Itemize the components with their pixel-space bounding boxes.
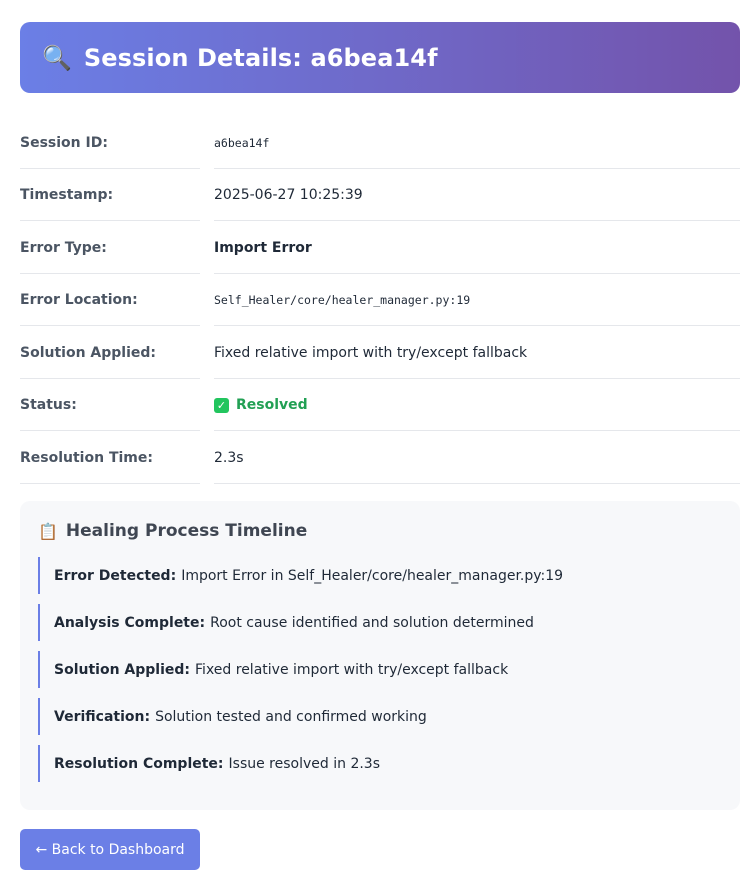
page-title: Session Details: a6bea14f xyxy=(83,43,438,72)
detail-row-error-type: Error Type: Import Error xyxy=(20,221,740,274)
detail-row-status: Status: ✓ Resolved xyxy=(20,379,740,431)
step-text: Solution tested and confirmed working xyxy=(155,708,427,725)
clipboard-icon: 📋 xyxy=(38,521,58,541)
timeline-title: 📋 Healing Process Timeline xyxy=(38,521,722,541)
session-details-table: Session ID: a6bea14f Timestamp: 2025-06-… xyxy=(20,116,740,484)
error-type-value: Import Error xyxy=(214,221,740,274)
detail-row-session-id: Session ID: a6bea14f xyxy=(20,116,740,169)
healing-timeline: 📋 Healing Process Timeline Error Detecte… xyxy=(20,501,740,810)
detail-label: Session ID: xyxy=(20,116,200,169)
timeline-step: Analysis Complete: Root cause identified… xyxy=(38,604,722,641)
resolution-time-value: 2.3s xyxy=(214,431,740,484)
detail-row-resolution-time: Resolution Time: 2.3s xyxy=(20,431,740,484)
back-to-dashboard-button[interactable]: ← Back to Dashboard xyxy=(20,829,200,870)
solution-applied-value: Fixed relative import with try/except fa… xyxy=(214,326,740,379)
detail-label: Status: xyxy=(20,379,200,431)
magnifying-glass-icon: 🔍 xyxy=(42,43,72,72)
timeline-step: Resolution Complete: Issue resolved in 2… xyxy=(38,745,722,782)
detail-label: Timestamp: xyxy=(20,169,200,221)
detail-row-error-location: Error Location: Self_Healer/core/healer_… xyxy=(20,274,740,326)
step-text: Import Error in Self_Healer/core/healer_… xyxy=(181,567,564,584)
timeline-step: Solution Applied: Fixed relative import … xyxy=(38,651,722,688)
page-header: 🔍 Session Details: a6bea14f xyxy=(20,22,740,93)
step-title: Verification: xyxy=(54,708,151,725)
detail-label: Error Type: xyxy=(20,221,200,274)
detail-label: Solution Applied: xyxy=(20,326,200,379)
step-text: Fixed relative import with try/except fa… xyxy=(195,661,509,678)
timeline-step: Error Detected: Import Error in Self_Hea… xyxy=(38,557,722,594)
step-text: Issue resolved in 2.3s xyxy=(228,755,381,772)
step-title: Resolution Complete: xyxy=(54,755,224,772)
check-mark-icon: ✓ xyxy=(214,397,229,413)
step-title: Solution Applied: xyxy=(54,661,191,678)
detail-label: Error Location: xyxy=(20,274,200,326)
error-location-value: Self_Healer/core/healer_manager.py:19 xyxy=(214,274,740,326)
status-badge: ✓ Resolved xyxy=(214,379,740,431)
detail-label: Resolution Time: xyxy=(20,431,200,484)
step-title: Error Detected: xyxy=(54,567,177,584)
timestamp-value: 2025-06-27 10:25:39 xyxy=(214,169,740,221)
status-value: Resolved xyxy=(236,397,308,414)
step-title: Analysis Complete: xyxy=(54,614,206,631)
detail-row-solution-applied: Solution Applied: Fixed relative import … xyxy=(20,326,740,379)
timeline-title-text: Healing Process Timeline xyxy=(65,521,308,541)
session-id-value: a6bea14f xyxy=(214,116,740,169)
step-text: Root cause identified and solution deter… xyxy=(210,614,534,631)
detail-row-timestamp: Timestamp: 2025-06-27 10:25:39 xyxy=(20,169,740,221)
timeline-step: Verification: Solution tested and confir… xyxy=(38,698,722,735)
